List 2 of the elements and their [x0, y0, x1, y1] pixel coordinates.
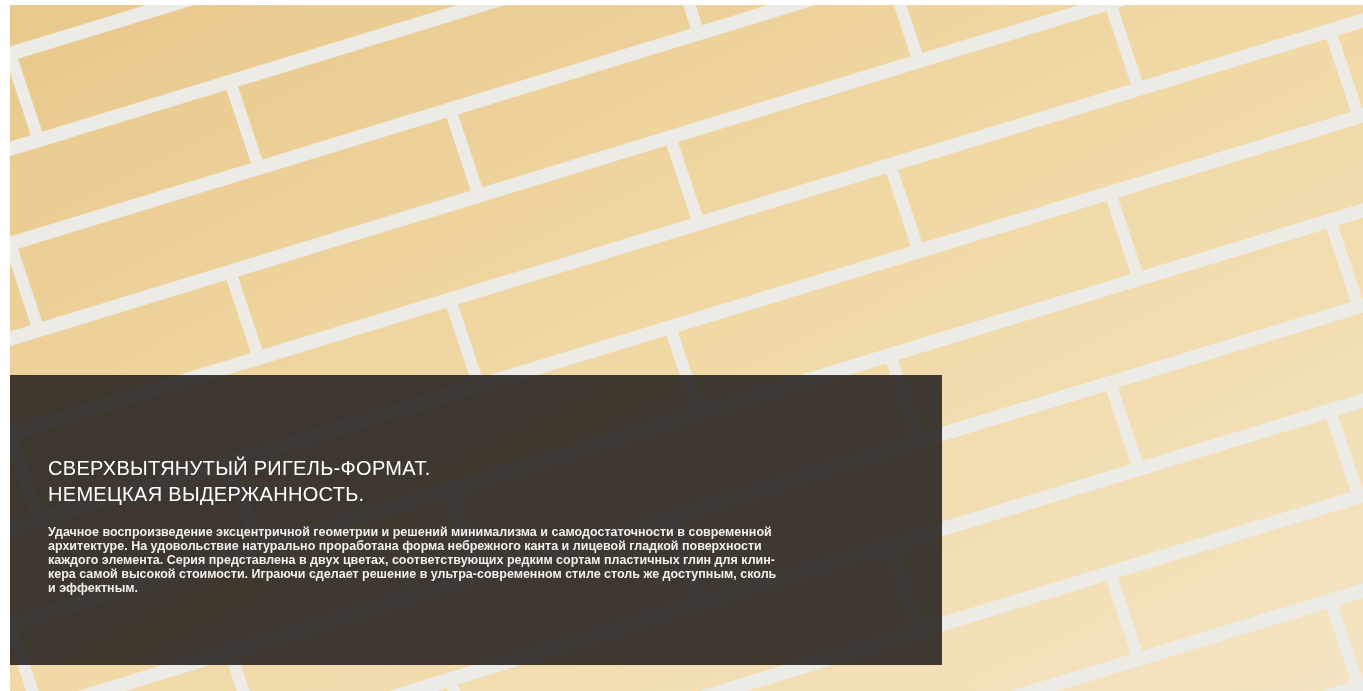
hero-title: СВЕРХВЫТЯНУТЫЙ РИГЕЛЬ-ФОРМАТ. НЕМЕЦКАЯ ВЫДЕРЖАННОСТЬ. — [48, 455, 432, 507]
hero-description: Удачное воспроизведение эксцентричной геометрии и решений минимализма и самодостаточности в современной архитектуре. На удовольствие натурально проработана форма небрежного канта и лицевой гладкой поверхности каждого элемента. Серия представлена в двух цветах, соответствующих редким сортам пластичных глин для клин- кера самой высокой стоимости. Играючи сделает решение в ультра-современном стиле столь же доступным, сколь и эффектным. — [48, 525, 778, 595]
